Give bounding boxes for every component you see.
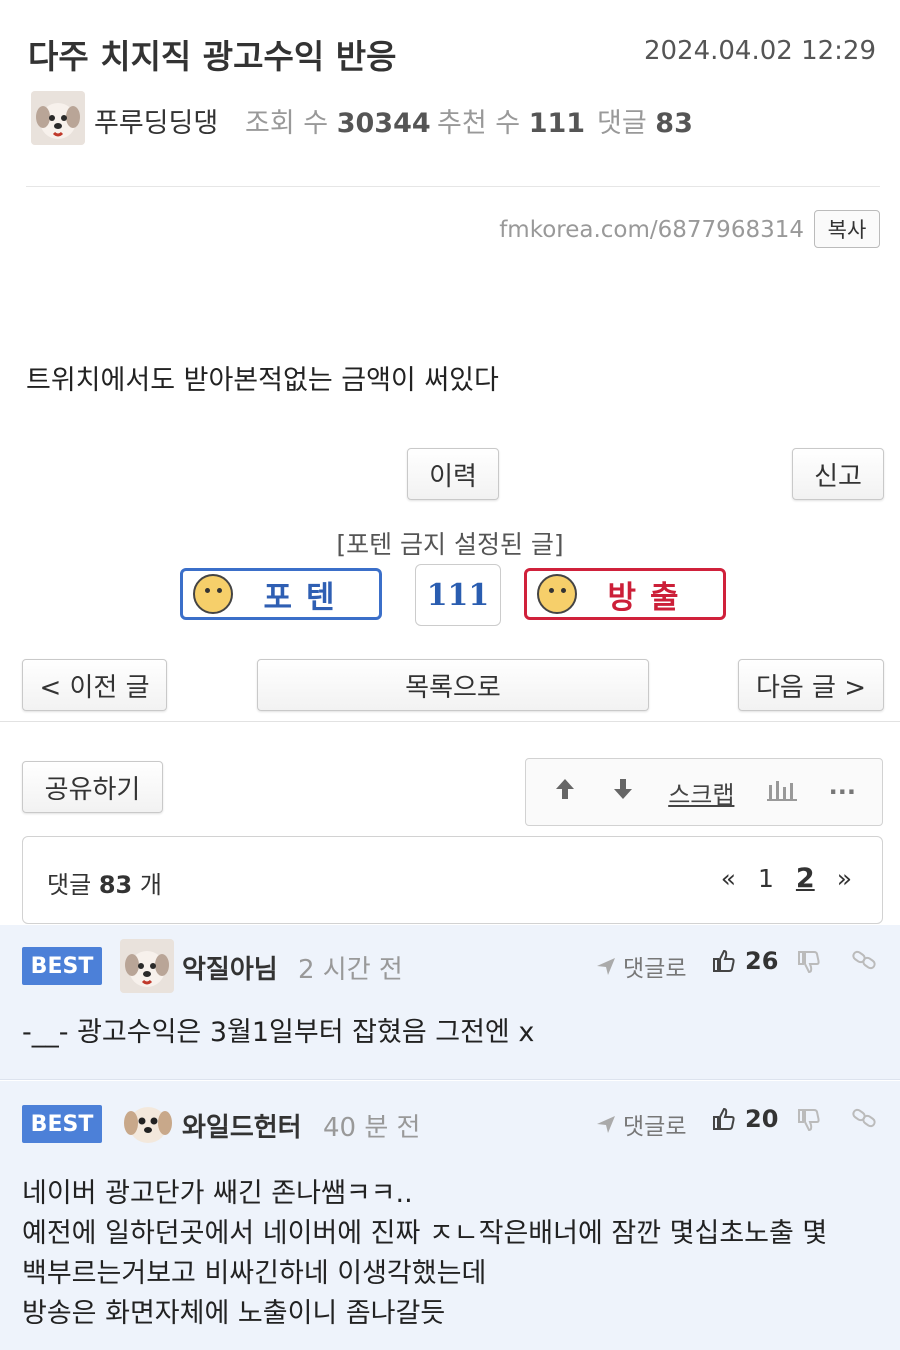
- pagination-first[interactable]: «: [721, 864, 736, 893]
- pagination-page-2[interactable]: 2: [796, 863, 815, 894]
- comment-line: 네이버 광고단가 쌔긴 존나쌤ㅋㅋ..: [22, 1178, 413, 1209]
- section-divider: [0, 721, 900, 722]
- comment-text: -__- 광고수익은 3월1일부터 잡혔음 그전엔 x: [22, 1017, 535, 1048]
- recommend-count: 추천 수 111: [437, 108, 586, 139]
- commenter-avatar[interactable]: [120, 939, 174, 993]
- more-options-icon[interactable]: ···: [829, 778, 856, 806]
- send-arrow-icon: [597, 958, 615, 975]
- list-button[interactable]: 목록으로: [257, 659, 649, 711]
- scrap-button[interactable]: 스크랩: [668, 775, 734, 810]
- post-body: 트위치에서도 받아본적없는 금액이 써있다: [26, 365, 499, 396]
- comment-line: 백부르는거보고 비싸긴하네 이생각했는데: [22, 1258, 487, 1289]
- comment-like-button[interactable]: 26: [711, 947, 778, 975]
- commenter-avatar[interactable]: [122, 1099, 174, 1147]
- post-action-bar: 스크랩 ···: [525, 758, 883, 826]
- pagination-last[interactable]: »: [837, 864, 852, 893]
- commenter-name[interactable]: 와일드헌터: [182, 1107, 302, 1144]
- commenter-name[interactable]: 악질아님: [182, 949, 278, 986]
- arrow-down-icon[interactable]: [610, 776, 636, 808]
- best-badge: BEST: [22, 1105, 102, 1143]
- send-arrow-icon: [597, 1116, 615, 1133]
- downvote-button[interactable]: 방출: [524, 568, 726, 620]
- comment-pagination: « 1 2 »: [721, 863, 852, 894]
- upvote-button[interactable]: 포텐: [180, 568, 382, 620]
- dog-avatar-icon: [120, 939, 174, 993]
- puppy-avatar-icon: [124, 1107, 172, 1143]
- arrow-up-icon[interactable]: [552, 776, 578, 808]
- link-icon[interactable]: [851, 947, 877, 979]
- comment-line: 방송은 화면자체에 노출이니 좀나갈듯: [22, 1298, 446, 1329]
- comment-item: BEST 와일드헌터 40 분 전 댓글로 20 네이버 광고단가 쌔긴 존나쌤…: [0, 1081, 900, 1350]
- comment-time: 2 시간 전: [298, 955, 403, 985]
- prev-post-button[interactable]: < 이전 글: [22, 659, 167, 711]
- link-icon[interactable]: [851, 1105, 877, 1137]
- author-name[interactable]: 푸루딩딩댕: [94, 101, 218, 140]
- thumbs-down-icon[interactable]: [796, 1107, 822, 1139]
- comment-time: 40 분 전: [323, 1113, 421, 1143]
- header-divider: [26, 186, 880, 187]
- comment-count: 댓글 83 개: [47, 871, 162, 899]
- author-avatar[interactable]: [31, 91, 85, 145]
- thumbs-down-icon[interactable]: [796, 949, 822, 981]
- best-badge: BEST: [22, 947, 102, 985]
- post-url[interactable]: fmkorea.com/6877968314: [499, 217, 804, 243]
- stats-chart-icon[interactable]: [766, 777, 797, 807]
- next-post-button[interactable]: 다음 글 >: [738, 659, 884, 711]
- post-date: 2024.04.02 12:29: [643, 36, 876, 66]
- dog-avatar-icon: [31, 91, 85, 145]
- vote-count: 111: [415, 564, 501, 626]
- view-count: 조회 수 30344: [245, 108, 431, 139]
- thumbs-down-face-icon: [537, 574, 577, 614]
- reply-button[interactable]: 댓글로: [595, 949, 686, 983]
- thumbs-up-icon: [713, 1107, 735, 1130]
- report-button[interactable]: 신고: [792, 448, 884, 500]
- comment-like-button[interactable]: 20: [711, 1105, 778, 1133]
- post-title: 다주 치지직 광고수익 반응: [28, 37, 397, 76]
- vote-notice: [포텐 금지 설정된 글]: [336, 530, 564, 559]
- thumbs-up-face-icon: [193, 574, 233, 614]
- comment-line: 예전에 일하던곳에서 네이버에 진짜 ㅈㄴ작은배너에 잠깐 몇십초노출 몇: [22, 1218, 828, 1249]
- comment-count-stat: 댓글 83: [597, 108, 693, 139]
- history-button[interactable]: 이력: [407, 448, 499, 500]
- downvote-label: 방출: [607, 579, 693, 616]
- upvote-label: 포텐: [263, 579, 349, 616]
- pagination-page-1[interactable]: 1: [758, 864, 774, 893]
- copy-url-button[interactable]: 복사: [814, 210, 880, 248]
- thumbs-up-icon: [713, 949, 735, 972]
- comment-item: BEST 악질아님 2 시간 전 댓글로 26 -__- 광고수익은 3월1일부…: [0, 925, 900, 1080]
- reply-button[interactable]: 댓글로: [595, 1107, 686, 1141]
- comment-header: 댓글 83 개 « 1 2 »: [22, 836, 883, 924]
- comment-text: 네이버 광고단가 쌔긴 존나쌤ㅋㅋ.. 예전에 일하던곳에서 네이버에 진짜 ㅈ…: [22, 1174, 892, 1334]
- share-button[interactable]: 공유하기: [22, 761, 163, 813]
